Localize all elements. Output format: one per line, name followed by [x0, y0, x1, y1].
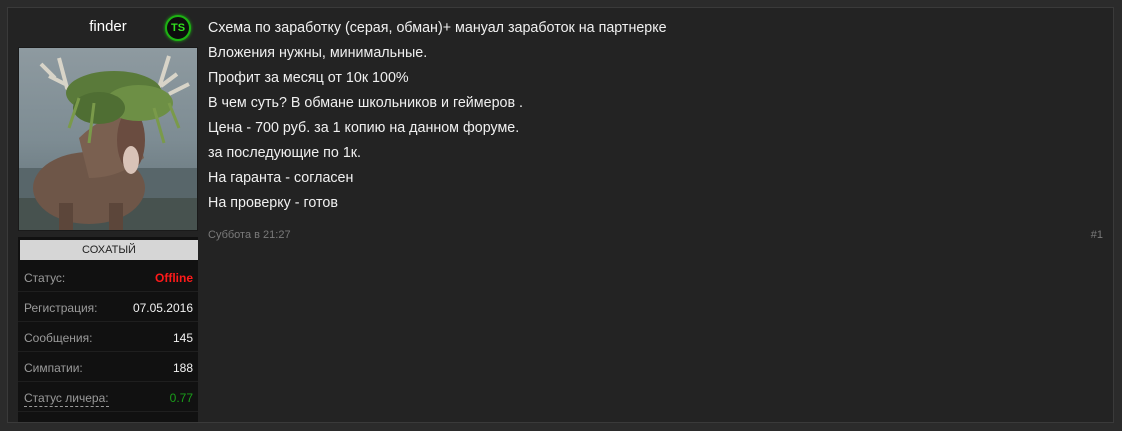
message-line: за последующие по 1к.	[208, 145, 362, 161]
stat-value: 07.05.2016	[132, 301, 193, 315]
stat-status: Статус: Offline	[18, 263, 198, 292]
stat-label: Регистрация:	[24, 301, 98, 315]
deer-avatar-image	[19, 48, 197, 230]
message-line: На гаранта - согласен	[208, 170, 354, 186]
user-rank-title: СОХАТЫЙ	[20, 240, 198, 260]
message-line: На проверку - готов	[208, 195, 338, 211]
stat-value-leecher: 0.77	[169, 391, 193, 405]
post-message: Схема по заработку (серая, обман)+ мануа…	[208, 19, 1088, 219]
stat-likes: Симпатии: 188	[18, 353, 198, 382]
post-date-link[interactable]: Суббота в 21:27	[208, 229, 291, 241]
message-line: Вложения нужны, минимальные.	[208, 45, 428, 61]
message-line: Схема по заработку (серая, обман)+ мануа…	[208, 20, 667, 36]
stat-label: Статус:	[24, 271, 66, 285]
ts-badge-icon: TS	[165, 15, 191, 41]
stat-value[interactable]: 145	[173, 331, 193, 345]
message-line: В чем суть? В обмане школьников и геймер…	[208, 95, 524, 111]
stat-value-offline: Offline	[155, 271, 193, 285]
user-avatar[interactable]	[18, 47, 198, 231]
stat-value: 188	[172, 361, 193, 375]
stat-leecher: Статус личера: 0.77	[18, 383, 198, 412]
message-line: Цена - 700 руб. за 1 копию на данном фор…	[208, 120, 520, 136]
message-line: Профит за месяц от 10к 100%	[208, 70, 409, 86]
post-number-link[interactable]: #1	[1091, 229, 1103, 241]
stat-label: Сообщения:	[24, 331, 93, 345]
rank-bar: СОХАТЫЙ	[18, 237, 198, 265]
stat-label-tooltip[interactable]: Статус личера:	[24, 391, 109, 407]
post-container: finder TS СОХАТЫЙ Статус: Offline Регист…	[7, 7, 1114, 423]
stat-label: Симпатии:	[24, 361, 83, 375]
user-stats: Статус: Offline Регистрация: 07.05.2016 …	[18, 263, 198, 422]
stat-messages: Сообщения: 145	[18, 323, 198, 352]
stat-registration: Регистрация: 07.05.2016	[18, 293, 198, 322]
